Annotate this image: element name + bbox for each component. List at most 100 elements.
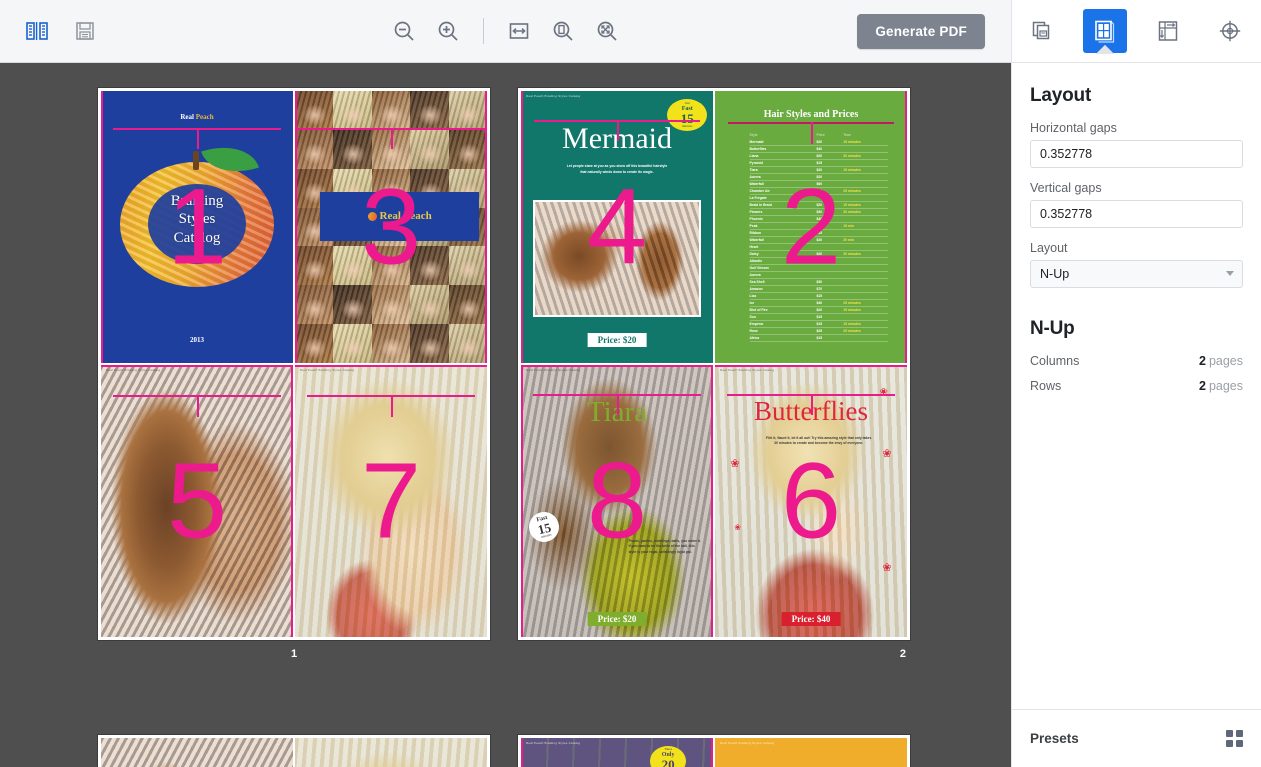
tab-layout[interactable] [1083,9,1128,54]
contact-sheet-cell[interactable] [371,246,411,286]
contact-sheet-cell[interactable] [448,285,487,325]
contact-sheet-cell[interactable] [371,324,411,363]
price-list-row[interactable]: Chamber Air $30 25 minutes [749,188,888,195]
preview-canvas[interactable]: Real Peach Braiding Styles Catalog 2013 … [0,63,1011,767]
contact-sheet-cell[interactable] [333,285,372,325]
contact-sheet-cell[interactable] [333,91,372,130]
page-thumb-4[interactable]: Real Peach Braiding Styles Catalog Just … [521,91,713,363]
contact-sheet-cell[interactable] [448,246,487,286]
contact-sheet-cell[interactable] [333,246,372,286]
contact-sheet-cell[interactable] [333,324,372,363]
price-row-style: Ice [749,300,755,305]
price-list-row[interactable]: Mermaid $20 15 minutes [749,139,888,146]
contact-sheet-cell[interactable] [448,129,487,169]
sheet-1[interactable]: Real Peach Braiding Styles Catalog 2013 … [98,88,490,640]
price-list-row[interactable]: Atlantis $40 [749,258,888,265]
fast-badge: Fast 15 minutes [525,508,562,546]
save-layout-icon[interactable] [68,14,102,48]
contact-sheet-cell[interactable] [295,285,334,325]
rows-row[interactable]: Rows 2 pages [1030,379,1243,393]
guide-vertical [811,122,813,145]
price-row-price: $15 [816,314,823,319]
sheet-2[interactable]: Real Peach Braiding Styles Catalog Just … [518,88,910,640]
price-list-row[interactable]: Butterflies $40 [749,146,888,153]
price-list-row[interactable]: Aurora $20 [749,174,888,181]
contact-sheet-cell[interactable] [295,91,334,130]
two-page-spread-icon[interactable] [20,14,54,48]
sheet-3[interactable] [98,735,490,767]
cover-brand-peach: Peach [195,112,214,121]
price-list-row[interactable]: Phoenix $40 [749,216,888,223]
price-list-row[interactable]: Sun $15 [749,314,888,321]
horizontal-gaps-input[interactable] [1030,140,1243,168]
page-thumb-8[interactable]: Real Peach Braiding Styles Catalog Tiara… [521,365,713,637]
price-list-row[interactable]: Tiara $20 15 minutes [749,167,888,174]
columns-row[interactable]: Columns 2 pages [1030,354,1243,368]
price-list-row[interactable]: Ice $40 25 minutes [749,300,888,307]
butterfly-icon: ❀ [730,458,740,471]
price-list-row[interactable]: Liza $15 [749,293,888,300]
price-list-row[interactable]: Sea Shell $30 [749,279,888,286]
contact-sheet-cell[interactable] [410,91,449,130]
page-thumb-7[interactable]: Real Peach Braiding Styles Catalog 7 [295,365,487,637]
contact-sheet-cell[interactable] [333,129,372,169]
price-list-row[interactable]: Gulf Stream [749,265,888,272]
contact-sheet-cell[interactable] [295,324,334,363]
contact-sheet-cell[interactable] [371,91,411,130]
price-list-row[interactable]: Amazon $70 [749,286,888,293]
page-thumb-9[interactable] [101,738,293,767]
contact-sheet-cell[interactable] [448,91,487,130]
grid-2x2-icon[interactable] [1226,730,1243,747]
sheet-4[interactable]: Real Peach Braiding Styles Catalog Takes… [518,735,910,767]
price-list-row[interactable]: Rose $25 25 minutes [749,328,888,335]
price-list-row[interactable]: Daisy $20 20 minutes [749,251,888,258]
contact-sheet-cell[interactable] [410,285,449,325]
page-thumb-5[interactable]: Real Peach Braiding Styles Catalog 5 [101,365,293,637]
contact-sheet-cell[interactable] [410,129,449,169]
columns-unit: pages [1208,354,1243,368]
price-list-row[interactable]: Braid in Braid $20 15 minutes [749,202,888,209]
zoom-in-icon[interactable] [431,14,465,48]
price-list-row[interactable]: Bird of Fire $20 15 minutes [749,307,888,314]
price-list-row[interactable]: La Fregate [749,195,888,202]
fit-page-icon[interactable] [546,14,580,48]
price-list-row[interactable]: Pyramid $15 [749,160,888,167]
price-list-row[interactable]: Peak $30 15 min [749,223,888,230]
contact-sheet-cell[interactable] [295,129,334,169]
contact-sheet-cell[interactable] [448,324,487,363]
tab-pages[interactable] [1021,9,1065,53]
price-list-row[interactable]: Liana $20 20 minutes [749,153,888,160]
price-list-row[interactable]: Flowers $30 30 minutes [749,209,888,216]
page-thumb-liana[interactable]: Real Peach Braiding Styles Catalog Takes… [521,738,713,767]
fit-all-icon[interactable] [590,14,624,48]
tab-margins[interactable] [1146,9,1190,53]
page-guide-edge [521,738,523,767]
vertical-gaps-input[interactable] [1030,200,1243,228]
layout-select[interactable]: N-Up [1030,260,1243,288]
page-thumb-2[interactable]: Hair Styles and Prices Style Price Time Mer… [715,91,907,363]
price-list-row[interactable]: Aurora [749,272,888,279]
price-list-row[interactable]: Heart [749,244,888,251]
page-thumb-11[interactable] [295,738,487,767]
presets-footer[interactable]: Presets [1012,709,1261,767]
price-row-price: $30 [816,279,823,284]
page-thumb-6[interactable]: Real Peach Braiding Styles Catalog Butte… [715,365,907,637]
price-list-row[interactable]: Waterfall $20 20 min [749,237,888,244]
price-list-row[interactable]: Africa $15 [749,335,888,342]
price-list-row[interactable]: Waterfall $60 [749,181,888,188]
contact-sheet-cell[interactable] [410,324,449,363]
fit-width-icon[interactable] [502,14,536,48]
page-thumb-3[interactable]: Real Peach 3 [295,91,487,363]
zoom-out-icon[interactable] [387,14,421,48]
page-thumb-pyramid[interactable]: Real Peach Braiding Styles Catalog Pyram… [715,738,907,767]
generate-pdf-button[interactable]: Generate PDF [857,14,985,49]
page-thumb-1[interactable]: Real Peach Braiding Styles Catalog 2013 … [101,91,293,363]
peach-stem-icon [193,150,199,170]
contact-sheet-cell[interactable] [371,285,411,325]
tab-registration[interactable] [1208,9,1252,53]
contact-sheet-cell[interactable] [295,246,334,286]
price-list-row[interactable]: Ribbon $15 [749,230,888,237]
contact-sheet-cell[interactable] [410,246,449,286]
price-list-row[interactable]: Emperor $15 15 minutes [749,321,888,328]
price-row-style: Butterflies [749,146,767,151]
